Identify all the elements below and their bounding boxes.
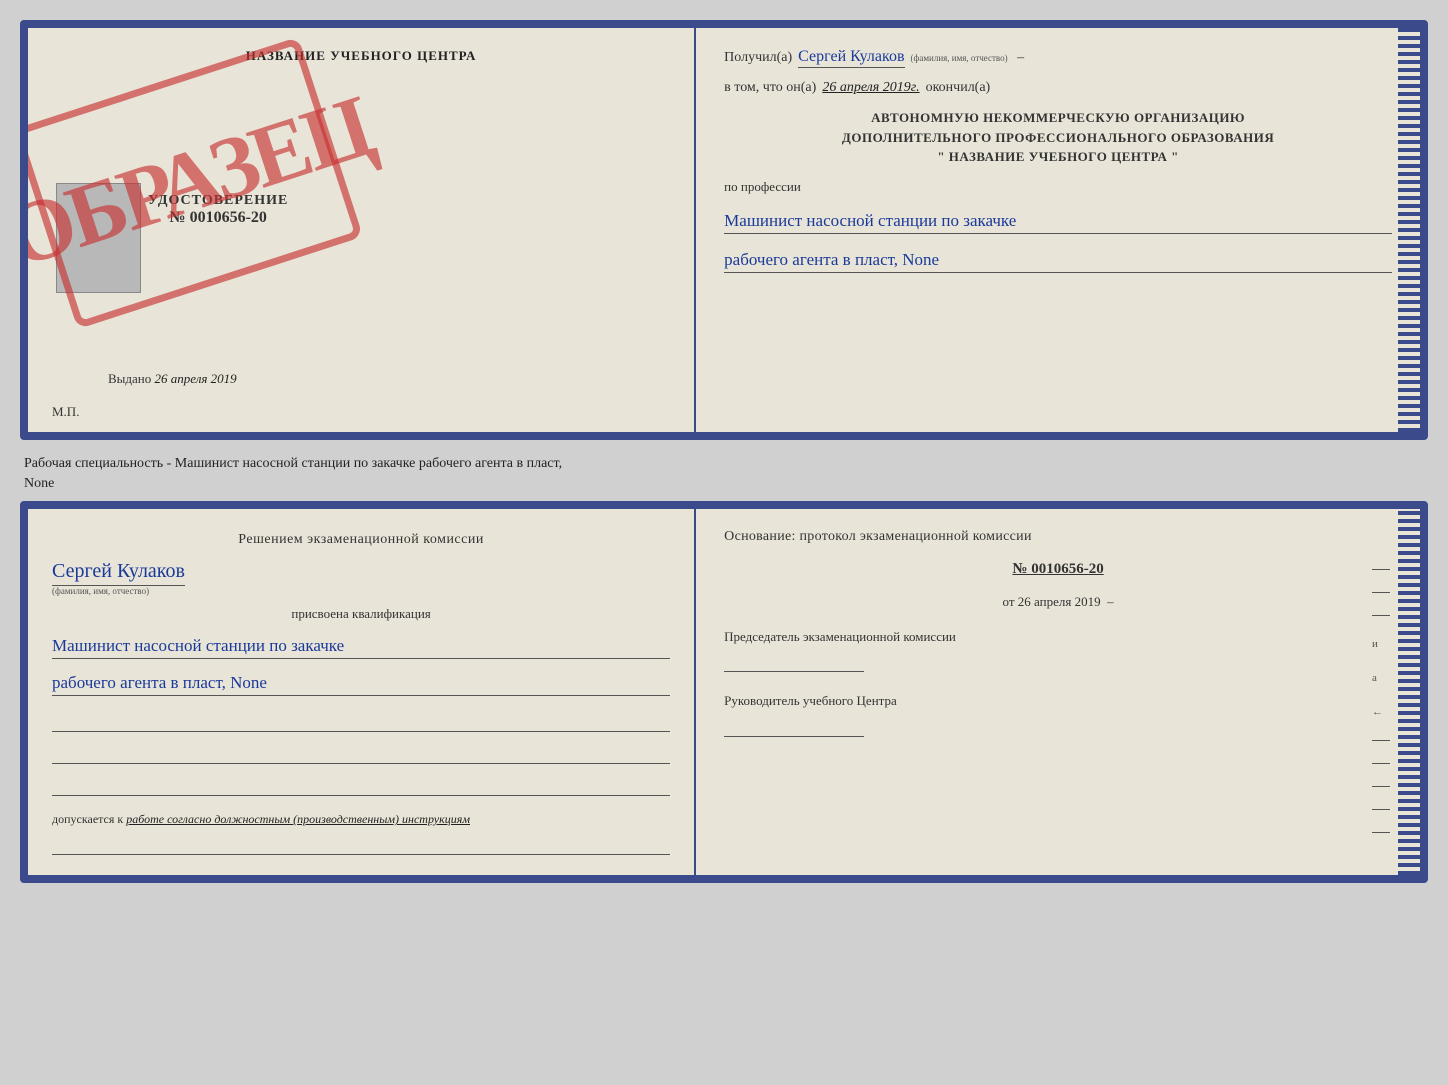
- blank-line-1: [52, 714, 670, 732]
- recipient-name: Сергей Кулаков: [798, 48, 904, 68]
- vydano-date: 26 апреля 2019: [155, 371, 237, 386]
- vtom-label: в том, что он(а): [724, 80, 816, 96]
- rukovoditel-signature: [724, 715, 864, 737]
- vydano-label: Выдано: [108, 371, 151, 386]
- r-dash-2: [1372, 592, 1390, 593]
- org-line3: " НАЗВАНИЕ УЧЕБНОГО ЦЕНТРА ": [724, 147, 1392, 167]
- poluchil-label: Получил(а): [724, 50, 792, 66]
- cert-bottom-left: Решением экзаменационной комиссии Сергей…: [28, 509, 696, 875]
- cert-bottom-right: Основание: протокол экзаменационной коми…: [696, 509, 1420, 875]
- r-dash-6: [1372, 786, 1390, 787]
- specialty-text-main: Рабочая специальность - Машинист насосно…: [24, 456, 562, 471]
- name-block: Сергей Кулаков (фамилия, имя, отчество): [52, 560, 670, 596]
- side-decoration-bottom: [1398, 509, 1420, 875]
- familiya-hint: (фамилия, имя, отчество): [911, 53, 1008, 63]
- r-dash-7: [1372, 809, 1390, 810]
- photo-placeholder: [56, 183, 141, 293]
- predsedatel-label: Председатель экзаменационной комиссии: [724, 628, 1392, 646]
- r-dash-4: [1372, 740, 1390, 741]
- qual-line1: Машинист насосной станции по закачке: [52, 636, 670, 659]
- top-certificate: НАЗВАНИЕ УЧЕБНОГО ЦЕНТРА ОБРАЗЕЦ УДОСТОВ…: [20, 20, 1428, 440]
- ot-label: от: [1003, 594, 1015, 609]
- dopuskaetsya-line: допускается к работе согласно должностны…: [52, 812, 670, 827]
- prisvoena-label: присвоена квалификация: [52, 606, 670, 622]
- komissia-text: Решением экзаменационной комиссии: [52, 529, 670, 550]
- predsedatel-signature: [724, 650, 864, 672]
- cert-top-left: НАЗВАНИЕ УЧЕБНОГО ЦЕНТРА ОБРАЗЕЦ УДОСТОВ…: [28, 28, 696, 432]
- cert-top-right: Получил(а) Сергей Кулаков (фамилия, имя,…: [696, 28, 1420, 432]
- r-i-label: и: [1372, 638, 1390, 650]
- org-block: АВТОНОМНУЮ НЕКОММЕРЧЕСКУЮ ОРГАНИЗАЦИЮ ДО…: [724, 108, 1392, 167]
- blank-line-3: [52, 778, 670, 796]
- r-dash-1: [1372, 569, 1390, 570]
- okonchil-label: окончил(а): [926, 80, 991, 96]
- mp-label: М.П.: [52, 404, 79, 420]
- r-a-label: а: [1372, 672, 1390, 684]
- ot-date: 26 апреля 2019: [1018, 594, 1101, 609]
- specialty-area: Рабочая специальность - Машинист насосно…: [20, 448, 1428, 493]
- r-dash-3: [1372, 615, 1390, 616]
- right-dashes: и а ←: [1372, 569, 1390, 833]
- osnovanie-text: Основание: протокол экзаменационной коми…: [724, 529, 1392, 545]
- r-dash-5: [1372, 763, 1390, 764]
- dopuskaetsya-label: допускается к: [52, 812, 123, 826]
- dash-sep: –: [1014, 50, 1025, 66]
- ot-date-block: от 26 апреля 2019 –: [724, 594, 1392, 610]
- poluchil-line: Получил(а) Сергей Кулаков (фамилия, имя,…: [724, 48, 1392, 68]
- blank-line-2: [52, 746, 670, 764]
- dopuskaetsya-value: работе согласно должностным (производств…: [126, 812, 470, 826]
- predsedatel-block: Председатель экзаменационной комиссии: [724, 628, 1392, 672]
- r-dash-8: [1372, 832, 1390, 833]
- familiya-hint-bottom: (фамилия, имя, отчество): [52, 586, 670, 596]
- completion-date: 26 апреля 2019г.: [822, 80, 919, 96]
- specialty-text-none: None: [24, 476, 54, 491]
- side-decoration: [1398, 28, 1420, 432]
- rukovoditel-label: Руководитель учебного Центра: [724, 692, 1392, 710]
- profession-line2: рабочего агента в пласт, None: [724, 250, 1392, 273]
- qual-line2: рабочего агента в пласт, None: [52, 673, 670, 696]
- profession-line1: Машинист насосной станции по закачке: [724, 211, 1392, 234]
- vydano-line: Выдано 26 апреля 2019: [108, 371, 237, 387]
- blank-line-bottom: [52, 837, 670, 855]
- udost-number: № 0010656-20: [148, 209, 288, 227]
- blank-lines: [52, 714, 670, 796]
- bottom-certificate: Решением экзаменационной комиссии Сергей…: [20, 501, 1428, 883]
- udostoverenie-block: УДОСТОВЕРЕНИЕ № 0010656-20: [148, 193, 288, 227]
- page-container: НАЗВАНИЕ УЧЕБНОГО ЦЕНТРА ОБРАЗЕЦ УДОСТОВ…: [20, 20, 1428, 883]
- org-line1: АВТОНОМНУЮ НЕКОММЕРЧЕСКУЮ ОРГАНИЗАЦИЮ: [724, 108, 1392, 128]
- protocol-number: № 0010656-20: [724, 561, 1392, 578]
- top-cert-title: НАЗВАНИЕ УЧЕБНОГО ЦЕНТРА: [52, 48, 670, 64]
- po-professii: по профессии: [724, 179, 1392, 195]
- bottom-name: Сергей Кулаков: [52, 560, 185, 586]
- rukovoditel-block: Руководитель учебного Центра: [724, 692, 1392, 736]
- r-arrow-label: ←: [1372, 706, 1390, 718]
- org-line2: ДОПОЛНИТЕЛЬНОГО ПРОФЕССИОНАЛЬНОГО ОБРАЗО…: [724, 128, 1392, 148]
- vtom-line: в том, что он(а) 26 апреля 2019г. окончи…: [724, 80, 1392, 96]
- udost-label: УДОСТОВЕРЕНИЕ: [148, 193, 288, 209]
